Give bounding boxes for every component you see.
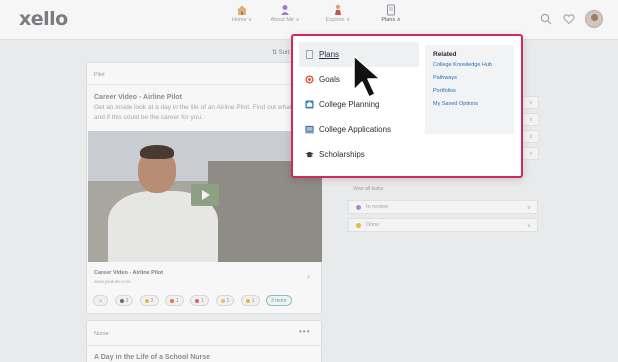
reaction-count: 1 <box>201 298 205 304</box>
star-struck-icon <box>245 298 250 303</box>
chevron-down-icon: ∨ <box>346 17 351 23</box>
reaction-count: 1 <box>226 298 230 304</box>
video-url: www.youtube.com <box>94 279 131 284</box>
nav-plans[interactable]: Plans ∧ <box>377 4 405 23</box>
nav-explore-label: Explore <box>325 17 345 23</box>
reaction-count: 3 <box>125 298 129 304</box>
college-icon <box>305 100 314 109</box>
view-all-tasks-link[interactable]: View all tasks <box>353 186 383 192</box>
menu-item-scholarships[interactable]: Scholarships <box>299 142 419 167</box>
reaction-pill[interactable]: 1 <box>190 295 210 306</box>
more-options-icon[interactable]: ••• <box>299 327 310 336</box>
sort-label: Sort <box>278 50 290 56</box>
feed-card-airline-pilot: Pilot Career Video - Airline Pilot Get a… <box>86 62 323 314</box>
chevron-down-icon: ∨ <box>528 151 533 157</box>
document-icon <box>387 4 395 16</box>
heart-eyes-icon <box>195 298 200 303</box>
card-title[interactable]: Career Video - Airline Pilot <box>94 94 182 101</box>
mouse-cursor-icon <box>353 55 381 98</box>
clap-icon <box>220 298 225 303</box>
reaction-pill[interactable]: 1 <box>215 295 235 306</box>
chevron-down-icon: ∨ <box>526 223 531 229</box>
plans-dropdown-menu: Plans Goals College Planning College App… <box>291 34 523 178</box>
chevron-down-icon: ∨ <box>248 17 253 23</box>
card-career-tag[interactable]: Pilot <box>94 72 105 78</box>
menu-item-college-applications[interactable]: College Applications <box>299 117 419 142</box>
video-caption[interactable]: Career Video - Airline Pilot <box>94 270 163 276</box>
status-label: Done <box>366 222 380 228</box>
pilot-hair <box>140 145 174 159</box>
chevron-down-icon: ∨ <box>295 17 300 23</box>
related-link-my-saved-options[interactable]: My Saved Options <box>433 101 506 108</box>
laptop-icon <box>305 125 314 134</box>
status-group-done[interactable]: Done ∨ <box>348 218 538 232</box>
smile-icon: ☺ <box>98 298 104 304</box>
nav-about-me[interactable]: About Me ∨ <box>270 4 300 23</box>
related-link-pathways[interactable]: Pathways <box>433 75 506 82</box>
heart-icon[interactable] <box>563 13 575 25</box>
menu-item-label: College Applications <box>319 125 392 134</box>
related-link-portfolios[interactable]: Portfolios <box>433 88 506 95</box>
user-avatar[interactable] <box>585 10 603 28</box>
status-group-in-review[interactable]: In review ∨ <box>348 200 538 214</box>
nav-home-label: Home <box>231 17 247 23</box>
status-dot-icon <box>356 223 361 228</box>
nav-about-me-label: About Me <box>270 17 294 23</box>
reaction-pill[interactable]: 1 <box>240 295 260 306</box>
reaction-count: 2 <box>150 298 154 304</box>
reaction-pill[interactable]: 1 <box>165 295 184 306</box>
thumbs-up-icon <box>144 298 149 303</box>
nav-home[interactable]: Home ∨ <box>228 4 256 23</box>
search-icon[interactable] <box>540 13 552 25</box>
explorer-icon <box>335 4 341 15</box>
card-description: Get an inside look at a day in the life … <box>94 104 316 121</box>
sort-control[interactable]: ⇅ Sort <box>272 49 290 56</box>
related-links-panel: Related College Knowledge Hub Pathways P… <box>425 45 514 134</box>
reaction-count: 1 <box>176 298 179 304</box>
document-icon <box>305 50 314 59</box>
related-link-college-knowledge-hub[interactable]: College Knowledge Hub <box>433 62 506 69</box>
status-dot-icon <box>356 205 361 210</box>
chevron-right-icon[interactable]: › <box>307 271 310 281</box>
target-icon <box>305 75 314 84</box>
chevron-down-icon: ∨ <box>526 205 531 211</box>
feed-card-school-nurse: Nurse ••• A Day in the Life of a School … <box>86 320 323 362</box>
glasses-icon <box>119 298 124 303</box>
chevron-down-icon: ∨ <box>528 134 533 140</box>
home-icon <box>237 5 247 15</box>
reaction-bar: ☺ 3 2 1 1 1 1 3 more <box>93 295 294 307</box>
add-reaction-button[interactable]: ☺ <box>93 295 109 306</box>
more-reactions-button[interactable]: 3 more <box>265 295 292 306</box>
divider <box>87 84 323 85</box>
play-button-icon[interactable] <box>191 184 219 206</box>
reaction-count: 1 <box>251 298 255 304</box>
reaction-pill[interactable]: 2 <box>139 295 159 306</box>
fire-icon <box>170 298 175 303</box>
chevron-down-icon: ∨ <box>528 117 533 123</box>
related-heading: Related <box>433 51 457 58</box>
nav-plans-label: Plans <box>381 17 396 23</box>
reaction-pill[interactable]: 3 <box>114 295 134 306</box>
menu-item-label: Plans <box>319 50 340 59</box>
card-title[interactable]: A Day in the Life of a School Nurse <box>94 354 210 361</box>
card-career-tag[interactable]: Nurse <box>94 331 109 337</box>
status-label: In review <box>366 204 389 210</box>
menu-item-label: Scholarships <box>319 150 365 159</box>
chevron-down-icon: ∨ <box>528 100 533 106</box>
chevron-up-icon: ∧ <box>396 17 401 23</box>
graduation-cap-icon <box>305 151 314 158</box>
person-icon <box>281 5 289 15</box>
video-thumbnail[interactable] <box>88 131 322 262</box>
menu-item-label: Goals <box>319 75 340 84</box>
menu-item-label: College Planning <box>319 100 380 109</box>
divider <box>87 345 323 346</box>
nav-explore[interactable]: Explore ∨ <box>321 4 355 23</box>
xello-logo[interactable]: xello <box>19 8 68 30</box>
sort-icon: ⇅ <box>272 50 279 56</box>
